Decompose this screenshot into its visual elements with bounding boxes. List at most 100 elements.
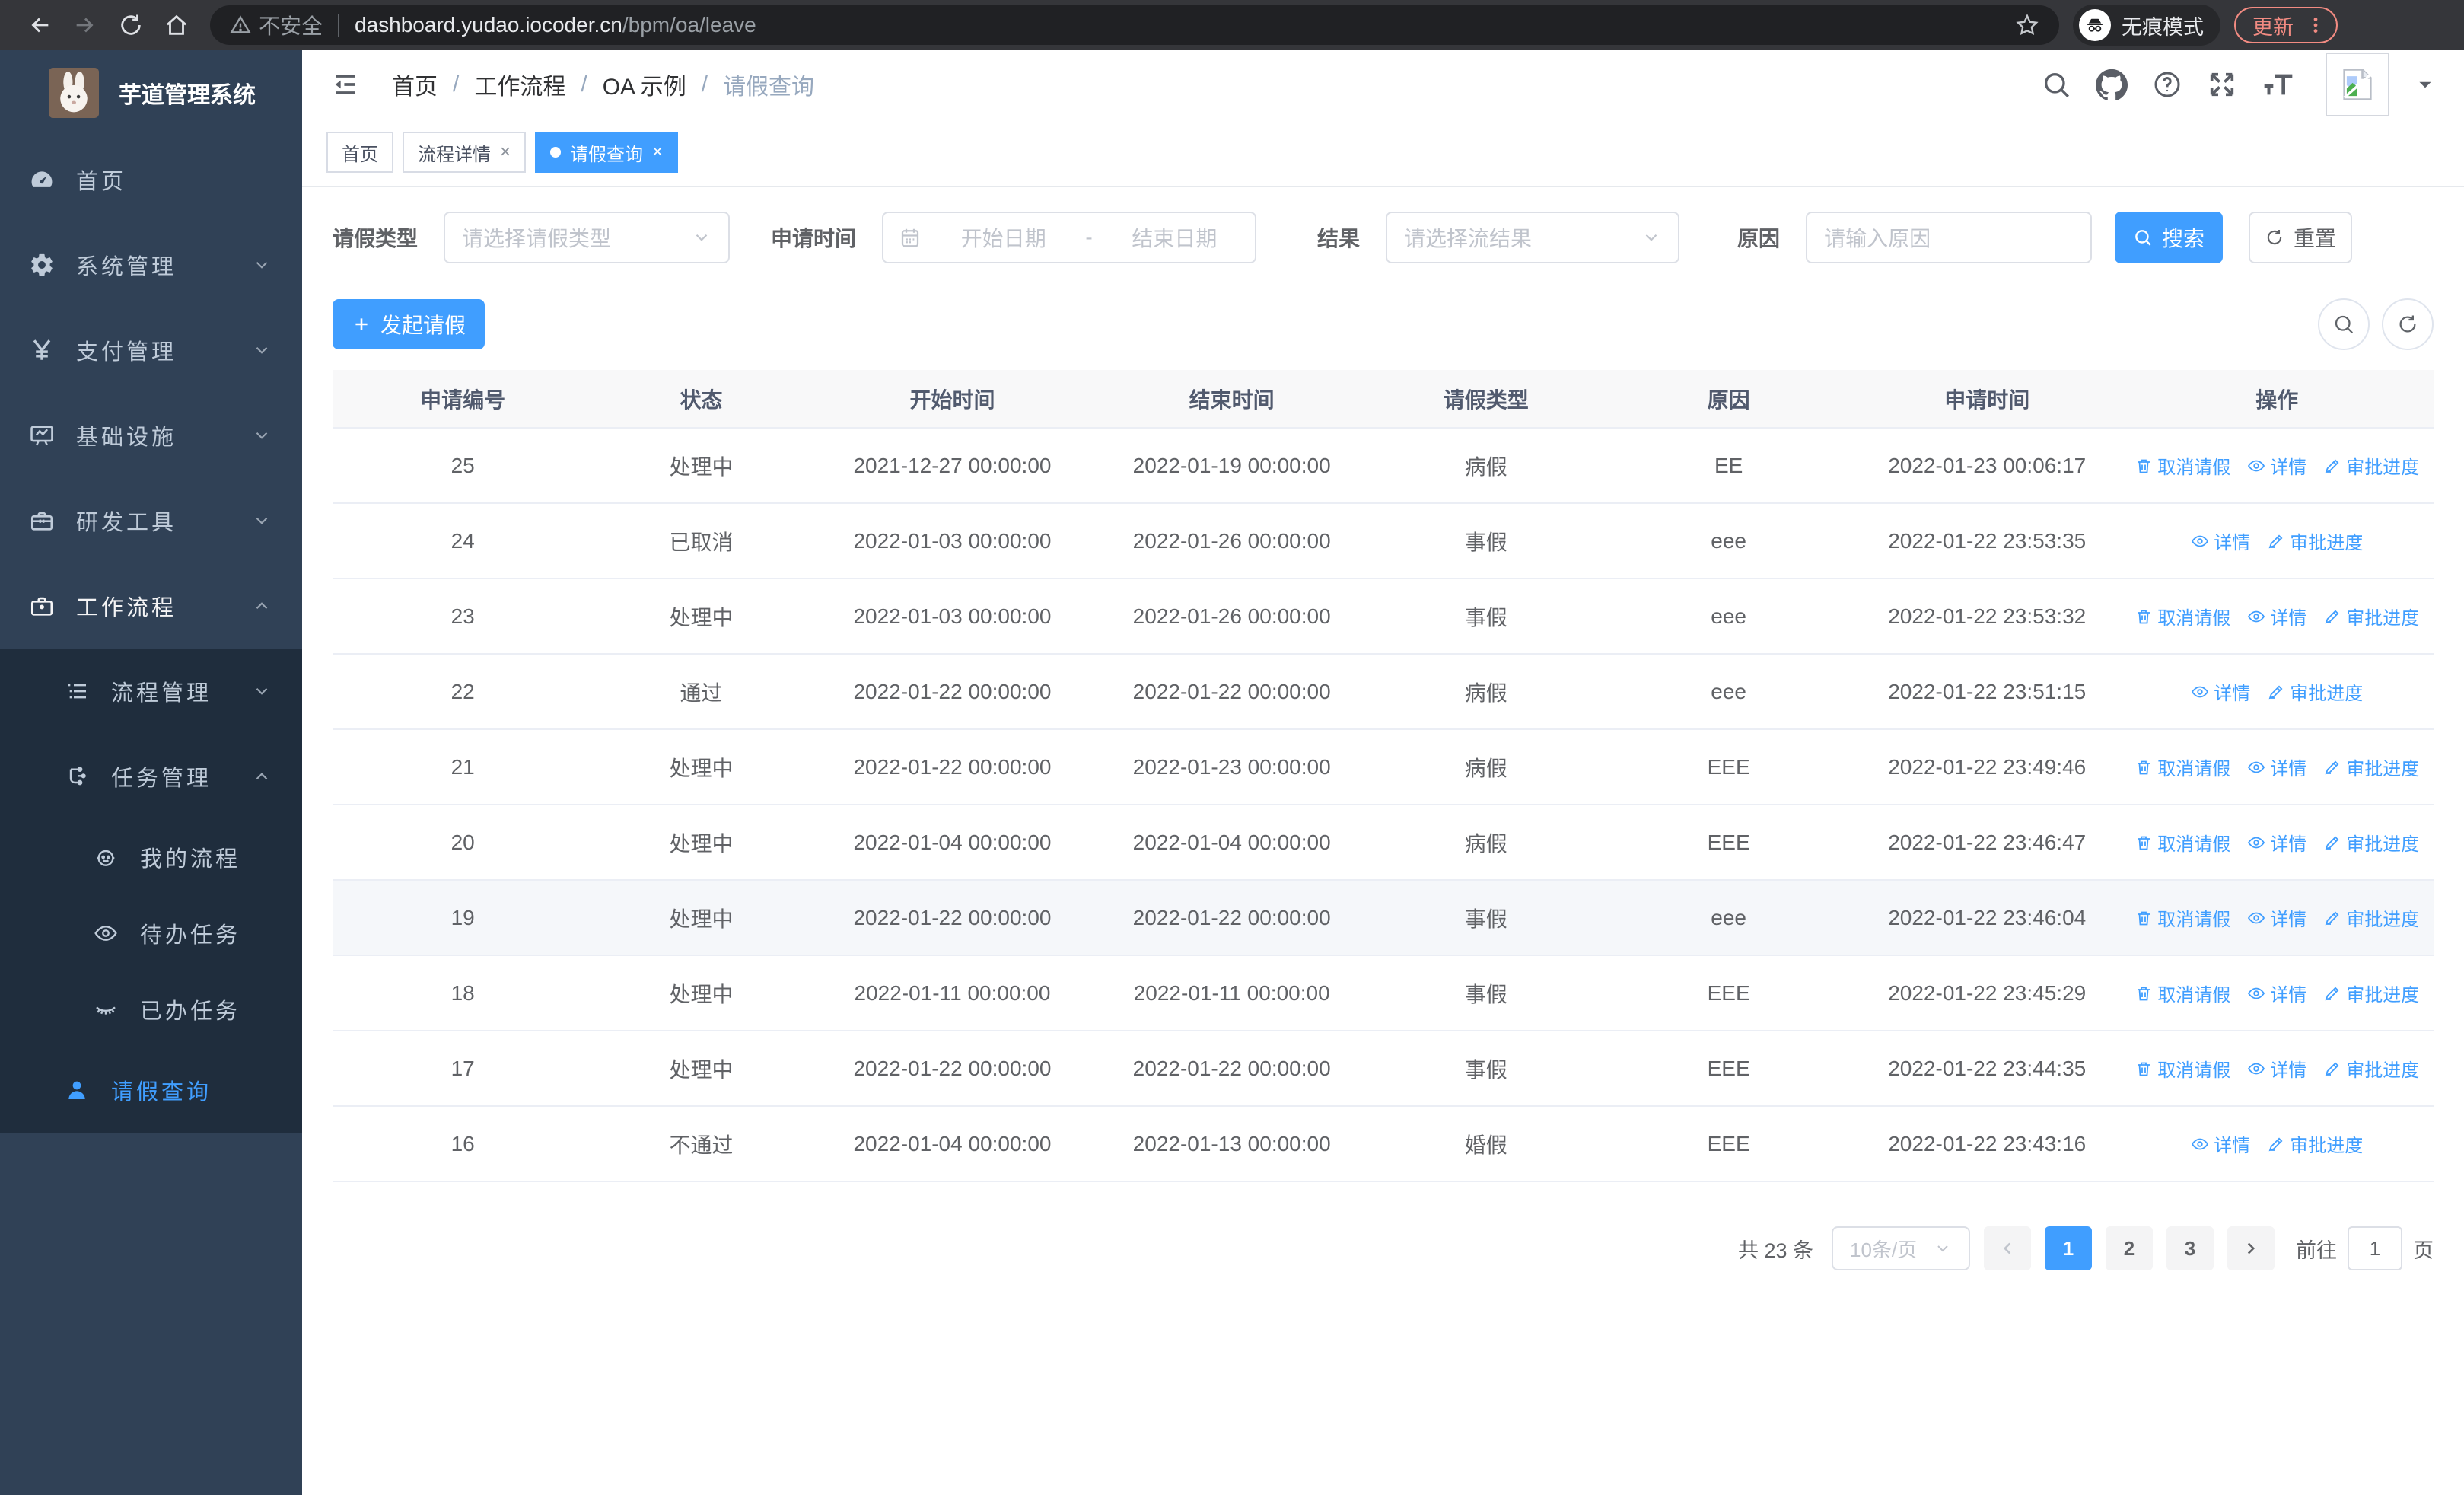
cell-leave-type: 事假	[1368, 579, 1604, 655]
approval-progress-link[interactable]: 审批进度	[2267, 1130, 2363, 1157]
sidebar-item-home[interactable]: 首页	[0, 137, 302, 222]
eye-icon	[2248, 761, 2265, 773]
detail-link[interactable]: 详情	[2247, 980, 2306, 1006]
active-dot	[550, 147, 562, 158]
approval-progress-link[interactable]: 审批进度	[2323, 603, 2419, 630]
detail-link[interactable]: 详情	[2191, 528, 2250, 554]
sidebar-item-infra[interactable]: 基础设施	[0, 393, 302, 478]
approval-progress-link[interactable]: 审批进度	[2267, 678, 2363, 705]
kebab-menu-icon[interactable]	[2306, 15, 2326, 35]
breadcrumb-workflow[interactable]: 工作流程	[474, 68, 565, 101]
sidebar-item-devtools[interactable]: 研发工具	[0, 478, 302, 563]
cancel-leave-link[interactable]: 取消请假	[2135, 603, 2230, 630]
refresh-table-button[interactable]	[2382, 298, 2434, 350]
approval-progress-link[interactable]: 审批进度	[2267, 528, 2363, 554]
site-security[interactable]: 不安全	[230, 10, 323, 40]
cancel-leave-link[interactable]: 取消请假	[2135, 904, 2230, 931]
detail-link[interactable]: 详情	[2191, 1130, 2250, 1157]
bookmark-star-icon[interactable]	[2015, 13, 2039, 37]
caret-down-icon[interactable]	[2415, 75, 2435, 94]
sidebar-item-system[interactable]: 系统管理	[0, 222, 302, 308]
cell-start-time: 2022-01-22 00:00:00	[809, 729, 1096, 805]
approval-progress-link[interactable]: 审批进度	[2323, 754, 2419, 780]
detail-link[interactable]: 详情	[2247, 829, 2306, 856]
close-icon[interactable]: ×	[652, 142, 663, 163]
approval-progress-link[interactable]: 审批进度	[2323, 1055, 2419, 1082]
cell-apply-time: 2022-01-22 23:45:29	[1853, 955, 2121, 1031]
tab-leave-query[interactable]: 请假查询 ×	[535, 132, 679, 173]
cell-end-time: 2022-01-23 00:00:00	[1095, 729, 1369, 805]
browser-back-icon[interactable]	[17, 2, 62, 48]
page-button-1[interactable]: 1	[2045, 1226, 2092, 1270]
detail-link[interactable]: 详情	[2247, 754, 2306, 780]
sidebar-item-todo-tasks[interactable]: 待办任务	[0, 895, 302, 971]
tab-process-detail[interactable]: 流程详情 ×	[403, 132, 527, 173]
search-button[interactable]: 搜索	[2115, 212, 2224, 263]
goto-page-input[interactable]	[2348, 1226, 2402, 1270]
chevron-down-icon	[256, 432, 268, 439]
leave-type-label: 请假类型	[333, 227, 419, 250]
breadcrumb-oa[interactable]: OA 示例	[603, 68, 686, 101]
github-icon[interactable]	[2096, 69, 2128, 100]
reset-button[interactable]: 重置	[2249, 212, 2353, 263]
cancel-leave-link[interactable]: 取消请假	[2135, 829, 2230, 856]
detail-link[interactable]: 详情	[2191, 678, 2250, 705]
approval-progress-link[interactable]: 审批进度	[2323, 904, 2419, 931]
reason-input[interactable]: 请输入原因	[1806, 212, 2093, 263]
detail-link[interactable]: 详情	[2247, 1055, 2306, 1082]
address-bar[interactable]: 不安全 dashboard.yudao.iocoder.cn/bpm/oa/le…	[210, 5, 2059, 45]
cell-actions: 取消请假 详情 审批进度	[2120, 955, 2434, 1031]
toggle-search-button[interactable]	[2318, 298, 2370, 350]
leave-table-body: 25 处理中 2021-12-27 00:00:00 2022-01-19 00…	[333, 428, 2434, 1182]
trash-icon	[2138, 459, 2150, 473]
cancel-leave-link[interactable]: 取消请假	[2135, 452, 2230, 479]
sidebar-item-payment[interactable]: 支付管理	[0, 308, 302, 393]
sidebar-item-done-tasks[interactable]: 已办任务	[0, 971, 302, 1047]
cancel-leave-link[interactable]: 取消请假	[2135, 980, 2230, 1006]
font-size-icon[interactable]	[2262, 69, 2295, 100]
cancel-leave-link[interactable]: 取消请假	[2135, 1055, 2230, 1082]
avatar[interactable]	[2326, 53, 2389, 116]
breadcrumb-home[interactable]: 首页	[392, 68, 438, 101]
result-select[interactable]: 请选择流结果	[1386, 212, 1680, 263]
trash-icon	[2138, 836, 2150, 850]
sidebar-item-workflow[interactable]: 工作流程	[0, 563, 302, 649]
fullscreen-icon[interactable]	[2207, 69, 2237, 100]
update-label: 更新	[2252, 15, 2294, 39]
cell-actions: 详情 审批进度	[2120, 503, 2434, 579]
approval-progress-link[interactable]: 审批进度	[2323, 980, 2419, 1006]
page-button-2[interactable]: 2	[2106, 1226, 2153, 1270]
sidebar-item-task-mgmt[interactable]: 任务管理	[0, 734, 302, 819]
detail-link[interactable]: 详情	[2247, 904, 2306, 931]
leave-type-select[interactable]: 请选择请假类型	[444, 212, 731, 263]
sidebar-item-process-mgmt[interactable]: 流程管理	[0, 649, 302, 734]
page-size-select[interactable]: 10条/页	[1832, 1226, 1970, 1270]
sidebar-item-leave-query[interactable]: 请假查询	[0, 1047, 302, 1133]
approval-progress-link[interactable]: 审批进度	[2323, 452, 2419, 479]
browser-update-button[interactable]: 更新	[2234, 7, 2338, 43]
cell-start-time: 2022-01-22 00:00:00	[809, 654, 1096, 730]
help-icon[interactable]	[2152, 69, 2182, 100]
sidebar-collapse-icon[interactable]	[331, 70, 360, 99]
cell-leave-type: 病假	[1368, 805, 1604, 881]
page-button-3[interactable]: 3	[2166, 1226, 2214, 1270]
tab-home[interactable]: 首页	[326, 132, 393, 173]
prev-page-button[interactable]	[1984, 1226, 2031, 1270]
breadcrumb-current: 请假查询	[723, 75, 815, 100]
sidebar-item-my-process[interactable]: 我的流程	[0, 819, 302, 895]
approval-progress-link[interactable]: 审批进度	[2323, 829, 2419, 856]
filter-form: 请假类型 请选择请假类型 申请时间 开始日期 - 结束日期 结果 请选择流结果 …	[333, 212, 2434, 263]
search-icon[interactable]	[2041, 69, 2071, 100]
cancel-leave-link[interactable]: 取消请假	[2135, 754, 2230, 780]
browser-home-icon[interactable]	[154, 2, 199, 48]
pen-icon	[2325, 1062, 2339, 1076]
apply-time-range-picker[interactable]: 开始日期 - 结束日期	[882, 212, 1257, 263]
app-logo-row[interactable]: 芋道管理系统	[0, 50, 302, 135]
create-leave-button[interactable]: 发起请假	[333, 299, 485, 349]
browser-forward-icon[interactable]	[62, 2, 108, 48]
detail-link[interactable]: 详情	[2247, 452, 2306, 479]
next-page-button[interactable]	[2227, 1226, 2275, 1270]
close-icon[interactable]: ×	[500, 142, 511, 163]
browser-reload-icon[interactable]	[108, 2, 154, 48]
detail-link[interactable]: 详情	[2247, 603, 2306, 630]
